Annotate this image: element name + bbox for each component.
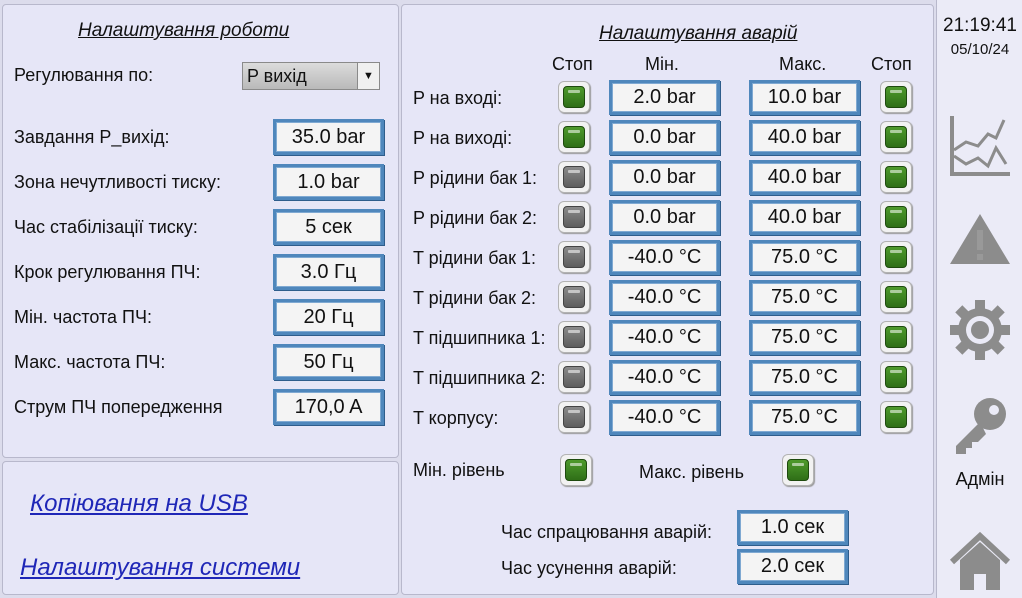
alarm-min-field[interactable]: -40.0 °C <box>609 400 720 435</box>
alarm-row-label: P рідини бак 1: <box>413 168 538 188</box>
alarm-max-field[interactable]: 75.0 °C <box>749 320 860 355</box>
alarm-stop-max-indicator[interactable] <box>880 81 912 113</box>
alarm-max-field[interactable]: 75.0 °C <box>749 240 860 275</box>
alarm-stop-max-indicator[interactable] <box>880 401 912 433</box>
alarm-stop-max-indicator[interactable] <box>880 121 912 153</box>
alarm-min-field[interactable]: -40.0 °C <box>609 280 720 315</box>
chevron-down-icon[interactable]: ▼ <box>357 63 379 89</box>
alarm-stop-max-indicator[interactable] <box>880 161 912 193</box>
work-setting-field[interactable]: 35.0 bar <box>273 119 384 155</box>
work-setting-label: Час стабілізації тиску: <box>14 217 198 237</box>
alarm-min-field[interactable]: -40.0 °C <box>609 360 720 395</box>
work-setting-label: Макс. частота ПЧ: <box>14 352 166 372</box>
max-level-label: Макс. рівень <box>639 462 744 482</box>
trigger-time-field[interactable]: 1.0 сек <box>737 510 848 545</box>
clock-time: 21:19:41 <box>943 15 1017 36</box>
regulation-select-value: P вихід <box>247 65 307 86</box>
alarm-stop-min-indicator[interactable] <box>558 401 590 433</box>
header-stop-right: Стоп <box>871 54 912 74</box>
alarm-stop-max-indicator[interactable] <box>880 321 912 353</box>
work-setting-field[interactable]: 170,0 A <box>273 389 384 425</box>
alarm-stop-min-indicator[interactable] <box>558 201 590 233</box>
alarm-stop-min-indicator[interactable] <box>558 321 590 353</box>
alarm-stop-max-indicator[interactable] <box>880 281 912 313</box>
work-setting-field[interactable]: 1.0 bar <box>273 164 384 200</box>
alarm-stop-min-indicator[interactable] <box>558 121 590 153</box>
sidebar: 21:19:41 05/10/24 Адмін <box>936 0 1022 598</box>
system-settings-link[interactable]: Налаштування системи <box>20 554 300 582</box>
header-max: Макс. <box>779 54 827 74</box>
alarm-max-field[interactable]: 75.0 °C <box>749 400 860 435</box>
regulation-select[interactable]: P вихід ▼ <box>242 62 380 90</box>
work-setting-label: Зона нечутливості тиску: <box>14 172 221 192</box>
settings-gear-icon[interactable] <box>948 298 1012 362</box>
alarm-stop-min-indicator[interactable] <box>558 81 590 113</box>
work-setting-label: Струм ПЧ попередження <box>14 397 223 417</box>
alarm-max-field[interactable]: 10.0 bar <box>749 80 860 115</box>
max-level-indicator[interactable] <box>782 454 814 486</box>
alarm-min-field[interactable]: 2.0 bar <box>609 80 720 115</box>
alarm-max-field[interactable]: 40.0 bar <box>749 200 860 235</box>
alarm-row-label: T підшипника 1: <box>413 328 546 348</box>
alarm-stop-max-indicator[interactable] <box>880 201 912 233</box>
clear-time-field[interactable]: 2.0 сек <box>737 549 848 584</box>
alarm-row-label: P рідини бак 2: <box>413 208 538 228</box>
min-level-indicator[interactable] <box>560 454 592 486</box>
trend-chart-icon[interactable] <box>948 112 1012 176</box>
login-key-icon[interactable] <box>948 394 1012 458</box>
usb-copy-link[interactable]: Копіювання на USB <box>30 490 248 518</box>
alarm-stop-min-indicator[interactable] <box>558 161 590 193</box>
alarm-min-field[interactable]: 0.0 bar <box>609 200 720 235</box>
alarm-stop-min-indicator[interactable] <box>558 241 590 273</box>
alarm-max-field[interactable]: 40.0 bar <box>749 160 860 195</box>
alarm-min-field[interactable]: -40.0 °C <box>609 320 720 355</box>
clear-time-label: Час усунення аварій: <box>501 558 677 578</box>
alarm-stop-min-indicator[interactable] <box>558 361 590 393</box>
alarm-min-field[interactable]: 0.0 bar <box>609 160 720 195</box>
alarm-row-label: T рідини бак 2: <box>413 288 537 308</box>
clock-date: 05/10/24 <box>950 41 1010 58</box>
alarm-max-field[interactable]: 75.0 °C <box>749 360 860 395</box>
header-stop-left: Стоп <box>552 54 593 74</box>
min-level-label: Мін. рівень <box>413 460 505 480</box>
alarm-min-field[interactable]: 0.0 bar <box>609 120 720 155</box>
work-setting-field[interactable]: 20 Гц <box>273 299 384 335</box>
work-setting-field[interactable]: 50 Гц <box>273 344 384 380</box>
alarm-stop-max-indicator[interactable] <box>880 241 912 273</box>
work-setting-label: Крок регулювання ПЧ: <box>14 262 201 282</box>
trigger-time-label: Час спрацювання аварій: <box>501 522 713 542</box>
work-setting-field[interactable]: 5 сек <box>273 209 384 245</box>
work-setting-label: Завдання P_вихід: <box>14 127 170 147</box>
alarm-row-label: T рідини бак 1: <box>413 248 537 268</box>
alarm-max-field[interactable]: 75.0 °C <box>749 280 860 315</box>
home-icon[interactable] <box>948 530 1012 594</box>
header-min: Мін. <box>645 54 679 74</box>
alarm-stop-min-indicator[interactable] <box>558 281 590 313</box>
user-label: Адмін <box>955 469 1005 489</box>
alarm-min-field[interactable]: -40.0 °C <box>609 240 720 275</box>
regulation-label: Регулювання по: <box>14 65 154 85</box>
work-setting-label: Мін. частота ПЧ: <box>14 307 152 327</box>
alarm-stop-max-indicator[interactable] <box>880 361 912 393</box>
alarm-row-label: P на вході: <box>413 88 503 108</box>
work-settings-title: Налаштування роботи <box>78 20 290 41</box>
alarm-row-label: T корпусу: <box>413 408 499 428</box>
work-setting-field[interactable]: 3.0 Гц <box>273 254 384 290</box>
alarm-max-field[interactable]: 40.0 bar <box>749 120 860 155</box>
alarm-settings-title: Налаштування аварій <box>599 23 798 44</box>
alarm-row-label: T підшипника 2: <box>413 368 546 388</box>
alarm-row-label: P на виході: <box>413 128 513 148</box>
alarm-warning-icon[interactable] <box>948 208 1012 272</box>
